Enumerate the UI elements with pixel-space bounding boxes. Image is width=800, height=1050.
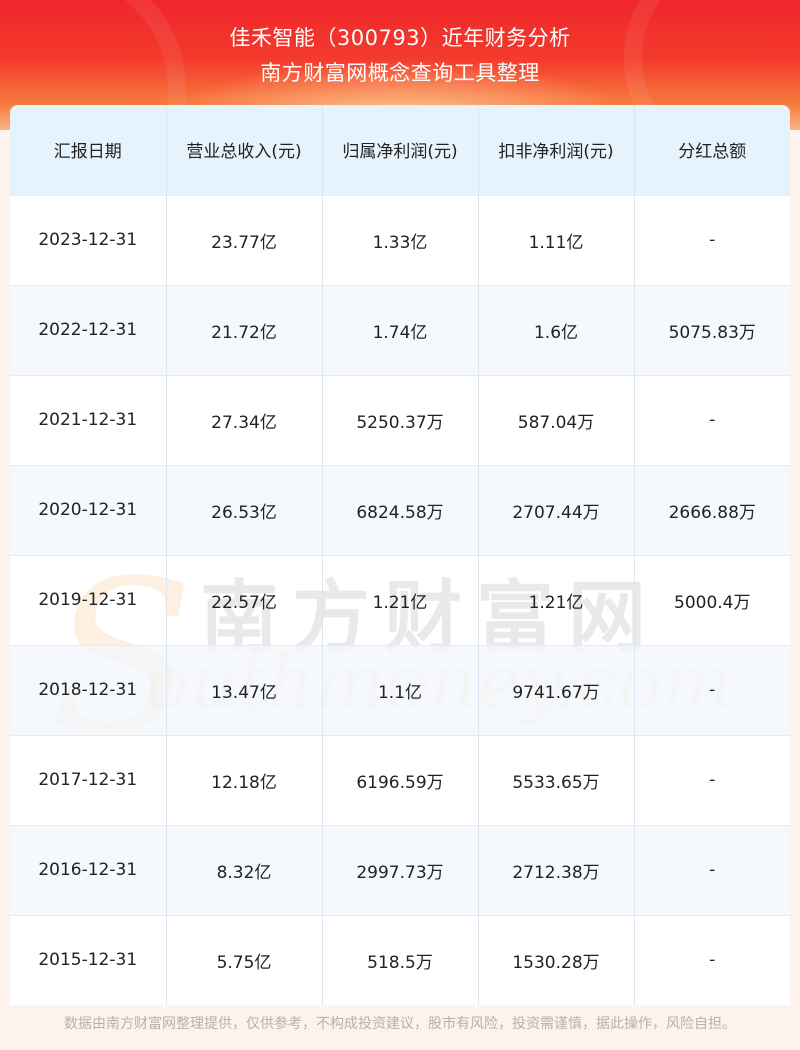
report-date-cell: 2019-12-31 [10,555,167,646]
net-profit-cell: 1.21亿 [322,555,479,646]
deducted-profit-cell: 1.21亿 [478,555,635,646]
net-profit-cell: 2997.73万 [322,825,479,916]
financial-table: 汇报日期 营业总收入(元) 归属净利润(元) 扣非净利润(元) 分红总额 2023-12… [10,105,790,1005]
col-total-dividend: 分红总额 [634,105,790,196]
report-date-cell: 2015-12-31 [10,915,167,1005]
net-profit-cell: 5250.37万 [322,375,479,466]
revenue-cell: 13.47亿 [166,645,323,736]
report-date-cell: 2018-12-31 [10,645,167,736]
disclaimer-footer: 数据由南方财富网整理提供，仅供参考，不构成投资建议，股市有风险，投资需谨慎，据此… [0,1005,800,1050]
data-table-card: S 南方财富网 outhmoney.com 汇报日期营业总收入(元)归属净利润(… [10,105,790,1005]
dividend-cell: - [634,375,790,466]
report-date-cell: 2021-12-31 [10,375,167,466]
dividend-cell: - [634,195,790,286]
deducted-profit-cell: 5533.65万 [478,735,635,826]
net-profit-cell: 1.1亿 [322,645,479,736]
table-row: 2023-12-31 23.77亿 1.33亿 1.11亿 - [10,195,790,286]
dividend-cell: - [634,915,790,1005]
table-row: 2021-12-31 27.34亿 5250.37万 587.04万 - [10,375,790,466]
revenue-cell: 27.34亿 [166,375,323,466]
report-date-cell: 2022-12-31 [10,285,167,376]
revenue-cell: 5.75亿 [166,915,323,1005]
revenue-cell: 23.77亿 [166,195,323,286]
net-profit-cell: 1.33亿 [322,195,479,286]
dividend-cell: - [634,645,790,736]
col-net-profit: 归属净利润(元) [322,105,479,196]
table-row: 2019-12-31 22.57亿 1.21亿 1.21亿 5000.4万 [10,555,790,646]
col-deducted-net-profit: 扣非净利润(元) [478,105,635,196]
deducted-profit-cell: 1.11亿 [478,195,635,286]
net-profit-cell: 6824.58万 [322,465,479,556]
table-row: 2015-12-31 5.75亿 518.5万 1530.28万 - [10,915,790,1005]
col-total-revenue: 营业总收入(元) [166,105,323,196]
net-profit-cell: 518.5万 [322,915,479,1005]
report-date-cell: 2023-12-31 [10,195,167,286]
net-profit-cell: 6196.59万 [322,735,479,826]
page-title: 佳禾智能（300793）近年财务分析 [229,26,571,50]
revenue-cell: 22.57亿 [166,555,323,646]
deducted-profit-cell: 1530.28万 [478,915,635,1005]
revenue-cell: 21.72亿 [166,285,323,376]
deducted-profit-cell: 2707.44万 [478,465,635,556]
revenue-cell: 12.18亿 [166,735,323,826]
page-subtitle: 南方财富网概念查询工具整理 [260,61,540,85]
dividend-cell: 5000.4万 [634,555,790,646]
report-date-cell: 2017-12-31 [10,735,167,826]
net-profit-cell: 1.74亿 [322,285,479,376]
table-body: 2023-12-31 23.77亿 1.33亿 1.11亿 -2022-12-31 21.… [10,195,790,1005]
table-row: 2020-12-31 26.53亿 6824.58万 2707.44万 2666.88万 [10,465,790,556]
table-header: 汇报日期 营业总收入(元) 归属净利润(元) 扣非净利润(元) 分红总额 [10,105,790,196]
dividend-cell: 2666.88万 [634,465,790,556]
col-report-date: 汇报日期 [10,105,167,196]
deducted-profit-cell: 587.04万 [478,375,635,466]
dividend-cell: - [634,735,790,826]
dividend-cell: - [634,825,790,916]
deducted-profit-cell: 9741.67万 [478,645,635,736]
table-row: 2022-12-31 21.72亿 1.74亿 1.6亿 5075.83万 [10,285,790,376]
dividend-cell: 5075.83万 [634,285,790,376]
revenue-cell: 26.53亿 [166,465,323,556]
table-row: 2017-12-31 12.18亿 6196.59万 5533.65万 - [10,735,790,826]
deducted-profit-cell: 1.6亿 [478,285,635,376]
table-row: 2018-12-31 13.47亿 1.1亿 9741.67万 - [10,645,790,736]
deducted-profit-cell: 2712.38万 [478,825,635,916]
table-header-row: 汇报日期 营业总收入(元) 归属净利润(元) 扣非净利润(元) 分红总额 [10,105,790,196]
table-row: 2016-12-31 8.32亿 2997.73万 2712.38万 - [10,825,790,916]
report-date-cell: 2020-12-31 [10,465,167,556]
revenue-cell: 8.32亿 [166,825,323,916]
report-date-cell: 2016-12-31 [10,825,167,916]
